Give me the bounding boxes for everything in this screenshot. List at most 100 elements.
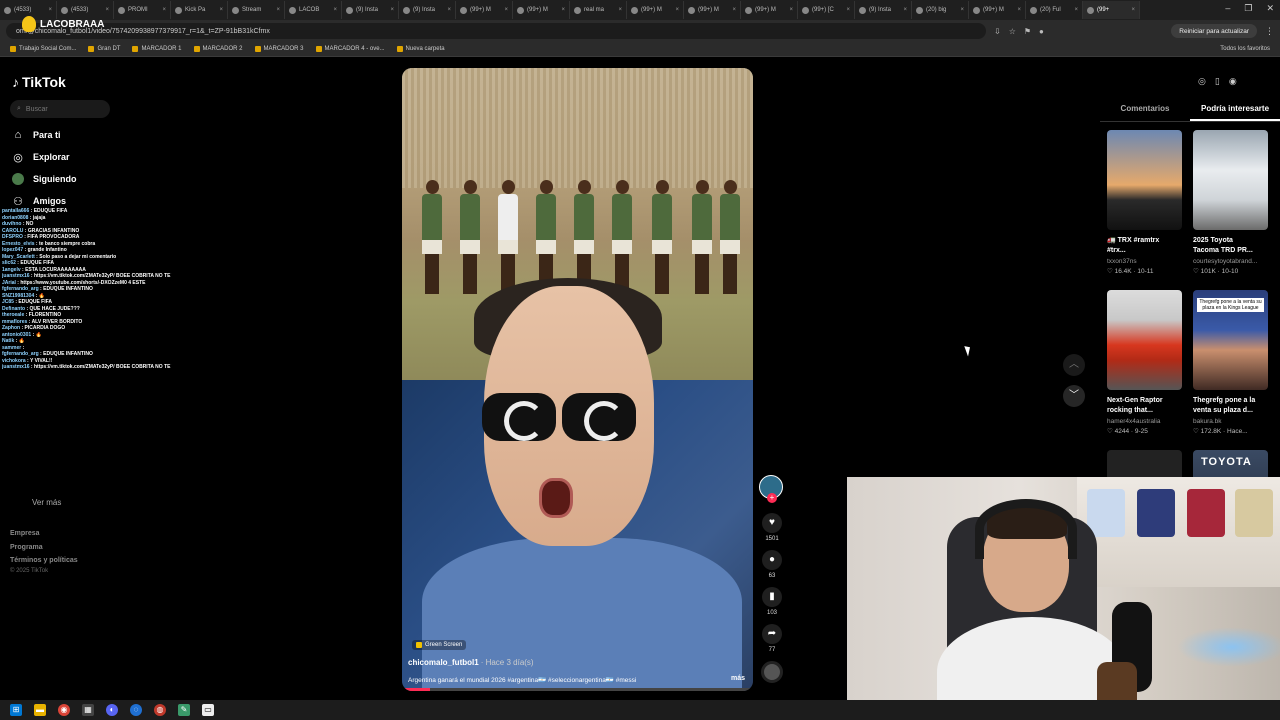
- suggested-video-card[interactable]: Thegrefg pone a la venta su plaza en la …: [1193, 290, 1269, 435]
- discord-icon[interactable]: ◐: [106, 704, 118, 716]
- browser-tab[interactable]: (99+) M ×: [684, 1, 741, 19]
- browser-tab[interactable]: PROMI ×: [114, 1, 171, 19]
- video-thumbnail[interactable]: Thegrefg pone a la venta su plaza en la …: [1193, 290, 1268, 390]
- app-icon[interactable]: ▦: [82, 704, 94, 716]
- music-disc-icon[interactable]: [761, 661, 783, 683]
- tab-close-icon[interactable]: ×: [846, 7, 850, 13]
- creator-avatar[interactable]: +: [759, 475, 783, 503]
- start-icon[interactable]: ⊞: [10, 704, 22, 716]
- browser-tab[interactable]: (9) Insta ×: [855, 1, 912, 19]
- suggested-video-card[interactable]: 2025 Toyota Tacoma TRD PR... courtesytoyot…: [1193, 130, 1269, 275]
- browser-tab[interactable]: real ma ×: [570, 1, 627, 19]
- all-bookmarks[interactable]: Todos los favoritos: [1220, 46, 1270, 52]
- phone-icon[interactable]: ▯: [1215, 76, 1220, 87]
- close-window-icon[interactable]: ✕: [1266, 3, 1274, 14]
- browser-tab[interactable]: (99+) [C ×: [798, 1, 855, 19]
- browser-tab[interactable]: (9) Insta ×: [342, 1, 399, 19]
- terminal-icon[interactable]: ▭: [202, 704, 214, 716]
- card-username[interactable]: txxon37ns: [1107, 258, 1183, 265]
- card-username[interactable]: bakura.bk: [1193, 418, 1269, 425]
- tab-close-icon[interactable]: ×: [48, 7, 52, 13]
- video-progress-bar[interactable]: [402, 688, 753, 691]
- bookmark-item[interactable]: MARCADOR 2: [193, 46, 243, 52]
- search-input[interactable]: ⌕ Buscar: [10, 100, 110, 118]
- previous-video-button[interactable]: ︿: [1063, 354, 1085, 376]
- browser-tab[interactable]: (99+) M ×: [456, 1, 513, 19]
- url-field[interactable]: om/@chicomalo_futbol1/video/757420993897…: [6, 23, 986, 39]
- bookmark-icon[interactable]: ▮: [762, 587, 782, 607]
- tab-close-icon[interactable]: ×: [789, 7, 793, 13]
- footer-link-terminos[interactable]: Términos y políticas: [10, 557, 78, 564]
- notes-icon[interactable]: ✎: [178, 704, 190, 716]
- tab-close-icon[interactable]: ×: [276, 7, 280, 13]
- follow-plus-icon[interactable]: +: [767, 493, 777, 503]
- minimize-icon[interactable]: –: [1225, 3, 1230, 14]
- nav-item-siguiendo[interactable]: Siguiendo: [12, 173, 77, 185]
- tab-close-icon[interactable]: ×: [105, 7, 109, 13]
- tab-close-icon[interactable]: ×: [447, 7, 451, 13]
- obs-icon[interactable]: ◍: [154, 704, 166, 716]
- tab-close-icon[interactable]: ×: [675, 7, 679, 13]
- compass-small-icon[interactable]: ◎: [1198, 76, 1206, 87]
- browser-tab[interactable]: (20) big ×: [912, 1, 969, 19]
- tab-close-icon[interactable]: ×: [1074, 7, 1078, 13]
- video-thumbnail[interactable]: [1107, 130, 1182, 230]
- tab-podria-interesarte[interactable]: Podría interesarte: [1190, 100, 1280, 121]
- update-button[interactable]: Reiniciar para actualizar: [1171, 24, 1257, 38]
- ver-mas-link[interactable]: Ver más: [32, 498, 61, 507]
- bookmark-item[interactable]: Nueva carpeta: [396, 46, 445, 52]
- user-icon[interactable]: ◉: [1229, 76, 1237, 87]
- suggested-video-card[interactable]: Next-Gen Raptor rocking that... hamer4x4au…: [1107, 290, 1183, 435]
- tab-close-icon[interactable]: ×: [162, 7, 166, 13]
- bookmark-item[interactable]: MARCADOR 4 - ove...: [315, 46, 385, 52]
- tab-close-icon[interactable]: ×: [903, 7, 907, 13]
- like-action[interactable]: ♥ 1501: [759, 513, 785, 542]
- tab-close-icon[interactable]: ×: [618, 7, 622, 13]
- video-player[interactable]: Green Screen chicomalo_futbol1 · Hace 3 d…: [402, 68, 753, 691]
- folder-icon[interactable]: ▬: [34, 704, 46, 716]
- browser-tab[interactable]: (99+) M ×: [513, 1, 570, 19]
- browser-tab[interactable]: LACOB ×: [285, 1, 342, 19]
- tab-close-icon[interactable]: ×: [333, 7, 337, 13]
- nav-item-explorar[interactable]: ◎ Explorar: [12, 151, 69, 164]
- bookmark-item[interactable]: Gran DT: [88, 46, 120, 52]
- tab-close-icon[interactable]: ×: [561, 7, 565, 13]
- video-thumbnail[interactable]: [1193, 130, 1268, 230]
- browser-tab[interactable]: Kick Pa ×: [171, 1, 228, 19]
- tiktok-logo[interactable]: ♪ TikTok: [12, 74, 66, 90]
- nav-item-para-ti[interactable]: ⌂ Para ti: [12, 129, 61, 141]
- tab-comentarios[interactable]: Comentarios: [1100, 100, 1190, 121]
- nav-item-amigos[interactable]: ⚇ Amigos: [12, 195, 66, 208]
- caption-more-button[interactable]: más: [731, 675, 745, 682]
- video-author[interactable]: chicomalo_futbol1 · Hace 3 día(s): [408, 658, 534, 667]
- footer-link-programa[interactable]: Programa: [10, 544, 43, 551]
- chrome-icon[interactable]: ◉: [58, 704, 70, 716]
- tab-close-icon[interactable]: ×: [219, 7, 223, 13]
- browser-tab[interactable]: (99+ ×: [1083, 1, 1140, 19]
- bookmark-item[interactable]: MARCADOR 1: [132, 46, 182, 52]
- bookmark-item[interactable]: Trabajo Social Com...: [10, 46, 76, 52]
- star-icon[interactable]: ☆: [1009, 27, 1016, 36]
- save-action[interactable]: ▮ 103: [759, 587, 785, 616]
- footer-link-empresa[interactable]: Empresa: [10, 530, 40, 537]
- tab-close-icon[interactable]: ×: [732, 7, 736, 13]
- card-username[interactable]: courtesytoyotabrand...: [1193, 258, 1269, 265]
- extension-icon[interactable]: ⚑: [1024, 27, 1031, 36]
- browser-icon[interactable]: ◌: [130, 704, 142, 716]
- card-username[interactable]: hamer4x4australia: [1107, 418, 1183, 425]
- tab-close-icon[interactable]: ×: [960, 7, 964, 13]
- browser-tab[interactable]: (20) Ful ×: [1026, 1, 1083, 19]
- menu-icon[interactable]: ⋮: [1265, 26, 1274, 37]
- browser-tab[interactable]: (99+) M ×: [627, 1, 684, 19]
- browser-tab[interactable]: (9) Insta ×: [399, 1, 456, 19]
- tab-close-icon[interactable]: ×: [1017, 7, 1021, 13]
- maximize-icon[interactable]: ❐: [1244, 3, 1252, 14]
- bookmark-item[interactable]: MARCADOR 3: [254, 46, 304, 52]
- tab-close-icon[interactable]: ×: [1131, 7, 1135, 13]
- tab-close-icon[interactable]: ×: [504, 7, 508, 13]
- share-action[interactable]: ➦ 77: [759, 624, 785, 653]
- green-screen-badge[interactable]: Green Screen: [412, 640, 467, 650]
- video-thumbnail[interactable]: [1107, 290, 1182, 390]
- comment-icon[interactable]: ●: [762, 550, 782, 570]
- comment-action[interactable]: ● 63: [759, 550, 785, 579]
